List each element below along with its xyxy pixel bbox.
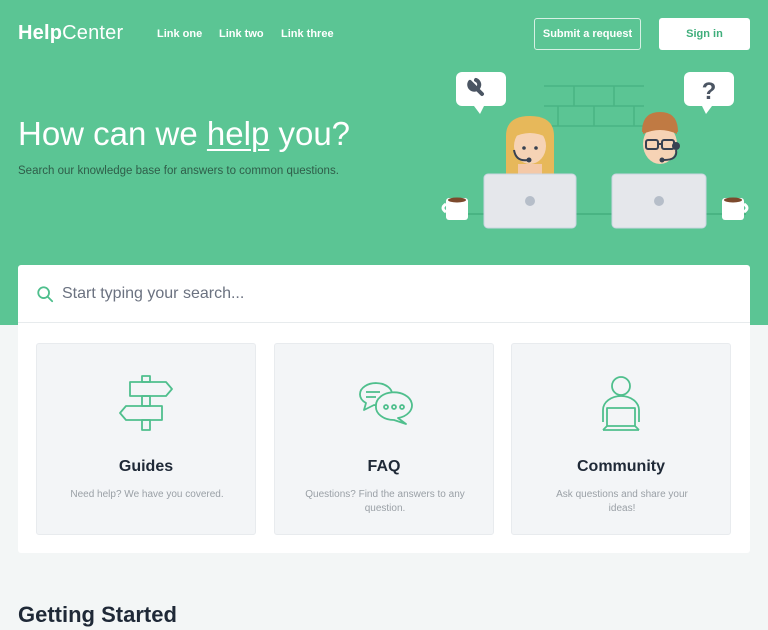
search-bar[interactable] (18, 265, 750, 323)
card-guides-icon-wrap (37, 374, 255, 434)
card-faq-title: FAQ (367, 458, 401, 475)
card-community-title: Community (577, 458, 665, 475)
card-faq-icon-wrap (275, 374, 493, 434)
agent-man (611, 112, 707, 229)
submit-request-button[interactable]: Submit a request (534, 18, 641, 50)
card-community-description: Ask questions and share your ideas! (556, 489, 688, 514)
card-guides-description: Need help? We have you covered. (70, 489, 224, 500)
coffee-mug-right-icon (722, 197, 749, 220)
card-guides-title: Guides (118, 458, 174, 475)
hero-title-post: you? (269, 115, 351, 152)
nav-link-two[interactable]: Link two (219, 28, 264, 40)
categories-panel: Guides Need help? We have you covered. F… (18, 323, 750, 553)
sign-in-button[interactable]: Sign in (659, 18, 750, 50)
chat-bubbles-icon (359, 382, 413, 425)
card-faq-description: Questions? Find the answers to any quest… (305, 489, 465, 514)
logo-bold-text: Help (18, 22, 63, 44)
card-community-icon-wrap (512, 374, 730, 434)
svg-text:?: ? (702, 78, 717, 105)
wrench-bubble-icon (456, 72, 506, 114)
hero-title-emphasis: help (206, 115, 270, 152)
card-faq[interactable]: FAQ Questions? Find the answers to any q… (274, 343, 494, 535)
search-icon (37, 285, 54, 302)
getting-started-heading: Getting Started (18, 602, 177, 627)
search-input[interactable] (62, 284, 702, 303)
nav-link-three[interactable]: Link three (281, 28, 334, 40)
agent-woman (483, 116, 577, 229)
question-bubble-icon: ? (684, 72, 734, 114)
logo-light-text: Center (62, 22, 124, 44)
coffee-mug-left-icon (441, 197, 468, 220)
person-laptop-icon (602, 376, 640, 431)
helpcenter-logo[interactable]: HelpCenter (18, 22, 123, 45)
hero-title: How can we help you? (18, 115, 350, 153)
hero-subtitle: Search our knowledge base for answers to… (18, 165, 339, 177)
signpost-icon (119, 375, 173, 431)
nav-link-one[interactable]: Link one (157, 28, 202, 40)
hero-title-pre: How can we (18, 115, 207, 152)
card-community[interactable]: Community Ask questions and share your i… (511, 343, 731, 535)
brick-wall-decoration (544, 85, 644, 127)
card-guides[interactable]: Guides Need help? We have you covered. (36, 343, 256, 535)
support-agents-illustration: ? (441, 72, 749, 229)
